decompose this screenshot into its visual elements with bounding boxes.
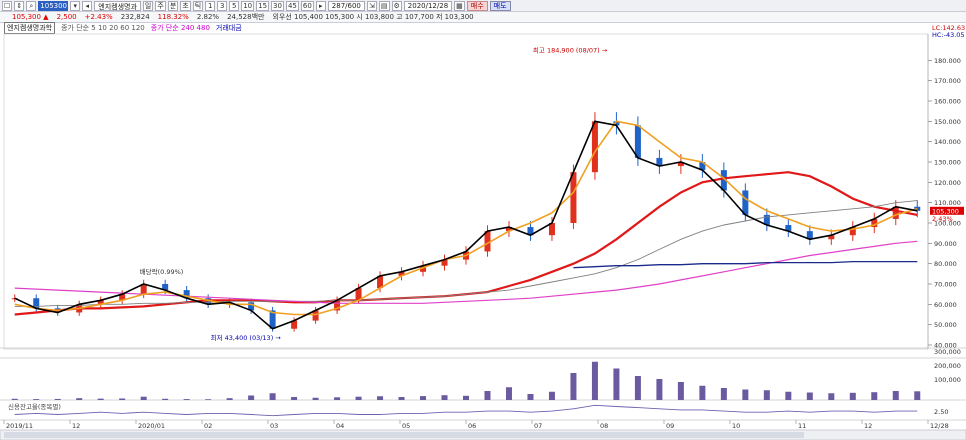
volume-bar: [226, 398, 233, 400]
volume-bar: [441, 395, 448, 400]
volume-bar: [785, 391, 792, 400]
volume-bar: [97, 398, 104, 400]
y-tick-label: 160.000: [934, 98, 961, 106]
y-tick-label: 60.000: [934, 301, 957, 309]
volume-bar: [570, 373, 577, 400]
y-tick-label: 90.000: [934, 240, 957, 248]
volume-bar: [140, 396, 147, 400]
volume-bar: [33, 399, 40, 400]
volume-bar: [162, 398, 169, 400]
volume-tick-label: 300,000: [934, 348, 961, 356]
volume-bar: [699, 385, 706, 400]
volume-bar: [377, 396, 384, 400]
volume-bar: [505, 387, 512, 400]
volume-bar: [484, 391, 491, 400]
y-tick-label: 50.000: [934, 321, 957, 329]
price-chart[interactable]: 40.00050.00060.00070.00080.00090.000100.…: [0, 0, 966, 440]
volume-bar: [914, 391, 921, 400]
x-tick-label: 08: [600, 422, 608, 430]
x-tick-label: 06: [468, 422, 476, 430]
volume-bar: [634, 376, 641, 400]
low-annotation: 최저 43,400 (03/13) →: [211, 333, 282, 342]
volume-bar: [656, 379, 663, 400]
x-tick-label: 12: [864, 422, 872, 430]
volume-bar: [720, 388, 727, 400]
volume-bar: [76, 398, 83, 400]
volume-bar: [398, 397, 405, 400]
volume-bar: [355, 396, 362, 400]
volume-tick-label: 100,000: [934, 376, 961, 384]
volume-bar: [11, 398, 18, 400]
volume-bar: [763, 390, 770, 400]
volume-bar: [291, 397, 298, 400]
volume-bar: [591, 361, 598, 400]
volume-bar: [871, 392, 878, 400]
volume-bar: [892, 391, 899, 400]
volume-bar: [613, 368, 620, 400]
candle-body: [634, 125, 641, 158]
credit-tick-label: 2.50: [934, 408, 948, 416]
y-tick-label: 140.000: [934, 138, 961, 146]
x-tick-label: 09: [666, 422, 674, 430]
x-tick-label: 2019/11: [6, 422, 33, 430]
volume-bar: [420, 396, 427, 400]
series-line-ma5: [14, 120, 918, 330]
y-tick-label: 150.000: [934, 118, 961, 126]
volume-bar: [742, 389, 749, 400]
y-tick-label: 120.000: [934, 179, 961, 187]
pct-tag: 2.43%: [932, 215, 953, 223]
volume-bar: [312, 397, 319, 400]
credit-label: 신용잔고율(종목별): [8, 402, 61, 411]
volume-bar: [828, 393, 835, 400]
x-tick-label: 12/28: [930, 422, 949, 430]
candle-body: [591, 121, 598, 173]
x-tick-label: 05: [402, 422, 410, 430]
volume-bar: [806, 392, 813, 400]
volume-bar: [205, 399, 212, 400]
dividend-annotation: 배당락(0.99%): [140, 267, 184, 276]
volume-bar: [334, 397, 341, 400]
y-tick-label: 180.000: [934, 57, 961, 65]
y-tick-label: 70.000: [934, 281, 957, 289]
x-tick-label: 03: [270, 422, 278, 430]
x-tick-label: 12: [72, 422, 80, 430]
y-tick-label: 170.000: [934, 77, 961, 85]
hc-label: HC:-43.05: [932, 31, 965, 39]
volume-bar: [677, 382, 684, 400]
x-tick-label: 2020/01: [138, 422, 165, 430]
y-tick-label: 80.000: [934, 260, 957, 268]
x-tick-label: 02: [204, 422, 212, 430]
y-tick-label: 130.000: [934, 159, 961, 167]
volume-bar: [269, 393, 276, 400]
candle-body: [570, 172, 577, 223]
chart-window: ☐ ⇕ ⌕ 105300 ▾ ◂ 엔지켐생명과 일 주 분 초 틱 1 3 5 …: [0, 0, 966, 440]
x-tick-label: 04: [336, 422, 344, 430]
volume-bar: [54, 398, 61, 400]
volume-bar: [527, 394, 534, 400]
volume-bar: [849, 392, 856, 400]
volume-bar: [463, 395, 469, 400]
x-tick-label: 11: [798, 422, 806, 430]
volume-bar: [548, 391, 555, 400]
x-tick-label: 10: [732, 422, 740, 430]
volume-bar: [248, 395, 255, 400]
y-tick-label: 110.000: [934, 199, 961, 207]
high-annotation: 최고 184,900 (08/07) →: [533, 45, 608, 54]
volume-bar: [183, 399, 190, 400]
x-tick-label: 07: [534, 422, 542, 430]
credit-line: [14, 404, 918, 417]
volume-tick-label: 200,000: [934, 362, 961, 370]
volume-bar: [119, 398, 126, 400]
candle-body: [742, 190, 749, 215]
scrollbar-thumb: [4, 432, 804, 438]
